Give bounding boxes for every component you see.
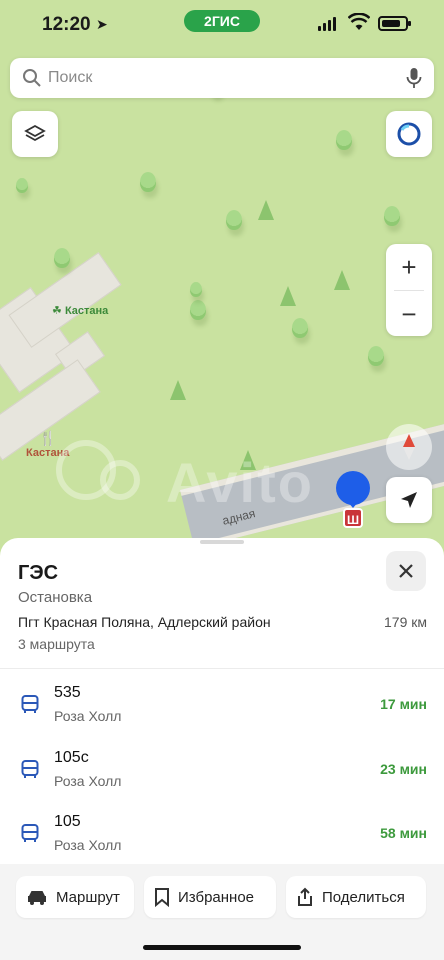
share-icon bbox=[298, 887, 312, 906]
my-location-button[interactable] bbox=[386, 477, 432, 523]
location-pin-icon[interactable] bbox=[333, 470, 373, 510]
route-destination: Роза Холл bbox=[54, 708, 122, 724]
poi-label[interactable]: ☘ Кастана bbox=[52, 304, 108, 317]
route-eta: 17 мин bbox=[380, 696, 427, 712]
search-icon bbox=[23, 69, 41, 87]
search-bar[interactable] bbox=[10, 58, 434, 98]
favorite-button-label: Избранное bbox=[178, 888, 255, 906]
stop-details-sheet: ГЭС Остановка Пгт Красная Поляна, Адлерс… bbox=[0, 538, 444, 960]
layers-button[interactable] bbox=[12, 111, 58, 157]
close-icon bbox=[399, 564, 413, 578]
route-number: 105 bbox=[54, 813, 81, 830]
route-number: 535 bbox=[54, 684, 81, 701]
share-button-label: Поделиться bbox=[322, 888, 405, 906]
route-button[interactable]: Маршрут bbox=[16, 876, 134, 918]
status-bar: 12:20 ➤ 2ГИС bbox=[0, 0, 444, 48]
route-destination: Роза Холл bbox=[54, 837, 122, 853]
bus-icon bbox=[21, 824, 39, 842]
stop-distance: 179 км bbox=[384, 614, 427, 630]
bus-icon bbox=[21, 760, 39, 778]
navigation-arrow-icon bbox=[401, 492, 417, 508]
route-eta: 58 мин bbox=[380, 825, 427, 841]
stop-title: ГЭС bbox=[18, 562, 59, 584]
route-destination: Роза Холл bbox=[54, 773, 122, 789]
route-row[interactable]: 105с Роза Холл 23 мин bbox=[0, 743, 444, 807]
microphone-icon[interactable] bbox=[406, 67, 422, 89]
sheet-grabber[interactable] bbox=[200, 540, 244, 544]
action-bar: Маршрут Избранное Поделиться bbox=[0, 864, 444, 960]
favorite-button[interactable]: Избранное bbox=[144, 876, 276, 918]
battery-icon bbox=[378, 16, 411, 31]
share-button[interactable]: Поделиться bbox=[286, 876, 426, 918]
route-number: 105с bbox=[54, 749, 89, 766]
bookmark-icon bbox=[155, 888, 169, 907]
park-icon: ☘ bbox=[52, 305, 62, 317]
close-button[interactable] bbox=[386, 551, 426, 591]
watermark-logo-icon bbox=[100, 460, 140, 500]
restaurant-icon: 🍴 bbox=[38, 430, 57, 446]
route-button-label: Маршрут bbox=[56, 888, 120, 906]
status-time: 12:20 bbox=[42, 14, 91, 35]
watermark: Avito bbox=[166, 451, 314, 514]
divider bbox=[0, 668, 444, 669]
location-arrow-icon: ➤ bbox=[96, 16, 108, 32]
routes-count: 3 маршрута bbox=[18, 636, 95, 652]
zoom-controls: + − bbox=[386, 244, 432, 336]
route-row[interactable]: 105 Роза Холл 58 мин bbox=[0, 807, 444, 871]
brand-label: 2ГИС bbox=[204, 13, 240, 29]
zoom-out-button[interactable]: − bbox=[386, 291, 432, 337]
car-icon bbox=[28, 891, 46, 905]
compass-icon bbox=[403, 434, 415, 460]
bus-icon bbox=[21, 695, 39, 713]
layers-icon bbox=[24, 124, 46, 142]
route-eta: 23 мин bbox=[380, 761, 427, 777]
wifi-icon bbox=[348, 13, 370, 30]
zoom-in-button[interactable]: + bbox=[386, 244, 432, 290]
bus-stop-badge[interactable]: Ш bbox=[343, 508, 363, 528]
home-indicator[interactable] bbox=[143, 945, 301, 950]
assistant-button[interactable] bbox=[386, 111, 432, 157]
stop-address: Пгт Красная Поляна, Адлерский район bbox=[18, 614, 271, 630]
stop-type: Остановка bbox=[18, 589, 93, 606]
search-input[interactable] bbox=[48, 58, 378, 98]
route-row[interactable]: 535 Роза Холл 17 мин bbox=[0, 678, 444, 742]
brand-pill[interactable]: 2ГИС bbox=[184, 10, 260, 32]
cellular-signal-icon bbox=[318, 17, 336, 31]
assistant-ring-icon bbox=[397, 122, 421, 146]
compass-button[interactable] bbox=[386, 424, 432, 470]
